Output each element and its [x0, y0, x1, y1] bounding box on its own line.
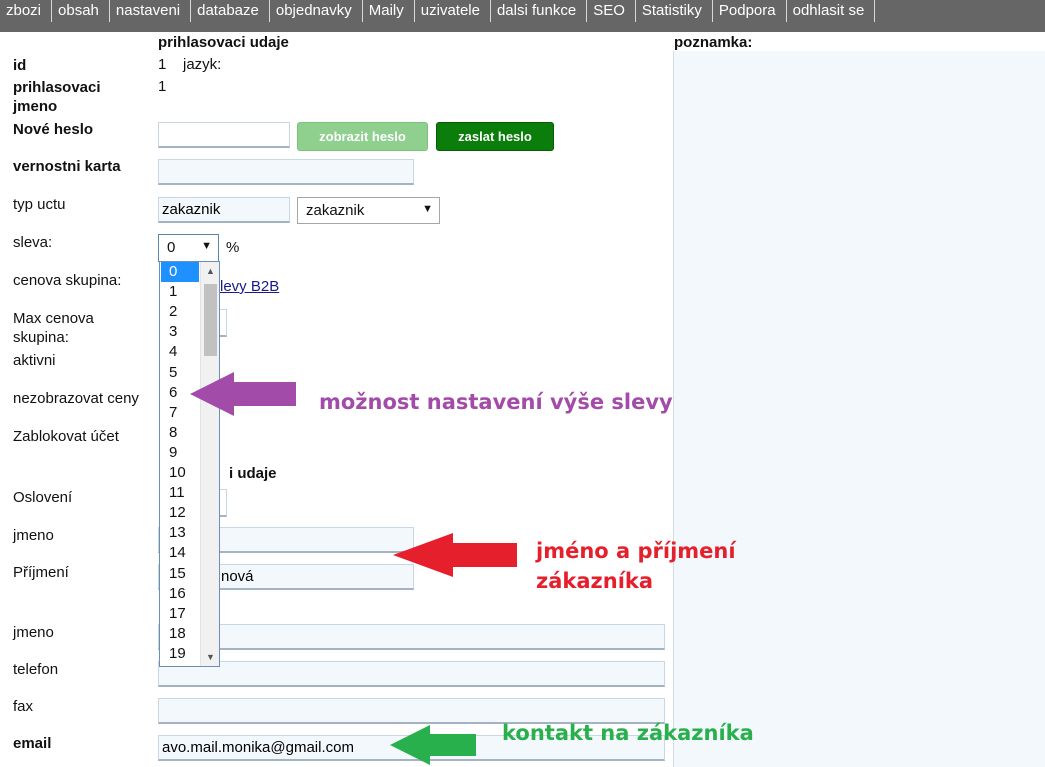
surname-label: Příjmení: [13, 564, 69, 581]
nav-item-databaze[interactable]: databaze: [191, 0, 270, 22]
percent-sign: %: [226, 239, 240, 256]
account-type-select-value: zakaznik: [306, 202, 365, 219]
dropdown-option[interactable]: 3: [161, 322, 199, 342]
scroll-up-icon[interactable]: ▲: [201, 262, 219, 280]
nav-item-statistiky[interactable]: Statistiky: [636, 0, 713, 22]
nav-item-maily[interactable]: Maily: [363, 0, 415, 22]
nav-item-seo[interactable]: SEO: [587, 0, 636, 22]
phone-input[interactable]: [158, 661, 665, 687]
dropdown-option[interactable]: 12: [161, 503, 199, 523]
contact-name-input[interactable]: [158, 624, 665, 650]
nav-item-objednavky[interactable]: objednavky: [270, 0, 363, 22]
new-password-input[interactable]: [158, 122, 290, 148]
send-password-button[interactable]: zaslat heslo: [436, 122, 554, 151]
nav-item-obsah[interactable]: obsah: [52, 0, 110, 22]
price-group-label: cenova skupina:: [13, 272, 122, 289]
discount-dropdown-list[interactable]: ▲ ▼ 0 1 2 3 4 5 6 7 8 9 10 11 12 13 14 15 16 17 18 19: [159, 261, 220, 667]
show-password-button[interactable]: zobrazit heslo: [297, 122, 428, 151]
max-price-group-label-2: skupina:: [13, 329, 69, 346]
first-name-label: jmeno: [13, 527, 54, 544]
dropdown-option[interactable]: 15: [161, 564, 199, 584]
chevron-down-icon: ▼: [201, 240, 212, 252]
dropdown-option[interactable]: 0: [161, 262, 199, 282]
discount-annotation: možnost nastavení výše slevy: [319, 390, 673, 414]
dropdown-option[interactable]: 16: [161, 584, 199, 604]
salutation-label: Oslovení: [13, 489, 73, 506]
new-password-label: Nové heslo: [13, 121, 94, 138]
login-section-title: prihlasovaci udaje: [158, 34, 289, 51]
contact-section-title: i udaje: [229, 465, 277, 482]
dropdown-option[interactable]: 17: [161, 604, 199, 624]
block-account-label: Zablokovat účet: [13, 428, 119, 445]
chevron-down-icon: ▼: [422, 203, 433, 215]
discount-select-value: 0: [167, 239, 176, 256]
dropdown-option[interactable]: 4: [161, 342, 199, 362]
account-type-input[interactable]: zakaznik: [158, 197, 290, 223]
note-textarea[interactable]: [673, 51, 1045, 767]
contact-name-label: jmeno: [13, 624, 54, 641]
name-annotation-line-2: zákazníka: [536, 569, 654, 593]
dropdown-scrollbar[interactable]: ▲ ▼: [200, 262, 219, 666]
max-price-group-label-1: Max cenova: [13, 310, 94, 327]
nav-item-nastaveni[interactable]: nastaveni: [110, 0, 192, 22]
phone-label: telefon: [13, 661, 59, 678]
account-type-select[interactable]: zakaznik ▼: [297, 197, 440, 224]
email-label: email: [13, 735, 52, 752]
nav-item-podpora[interactable]: Podpora: [713, 0, 787, 22]
purple-arrow-icon: [190, 372, 296, 416]
note-title: poznamka:: [674, 34, 753, 51]
nav-item-odhlasit-se[interactable]: odhlasit se: [787, 0, 876, 22]
id-value: 1: [158, 56, 167, 73]
dropdown-option[interactable]: 19: [161, 644, 199, 664]
red-arrow-icon: [393, 533, 517, 577]
green-arrow-icon: [390, 725, 476, 765]
contact-annotation: kontakt na zákazníka: [502, 721, 754, 745]
hide-prices-label: nezobrazovat ceny: [13, 390, 139, 407]
dropdown-option[interactable]: 9: [161, 443, 199, 463]
nav-item-zbozi[interactable]: zbozi: [0, 0, 53, 22]
login-name-value: 1: [158, 78, 167, 95]
name-annotation-line-1: jméno a příjmení: [536, 539, 736, 563]
account-type-label: typ uctu: [13, 196, 66, 213]
id-label: id: [13, 57, 27, 74]
dropdown-option[interactable]: 14: [161, 543, 199, 563]
dropdown-option[interactable]: 8: [161, 423, 199, 443]
nav-item-dalsi-funkce[interactable]: dalsi funkce: [491, 0, 588, 22]
discount-select[interactable]: 0 ▼: [158, 234, 219, 262]
top-nav: zbozi obsah nastaveni databaze objednavky Mai…: [0, 0, 1045, 32]
login-name-label-1: prihlasovaci: [13, 79, 101, 96]
dropdown-option[interactable]: 1: [161, 282, 199, 302]
price-group-link[interactable]: levy B2B: [220, 278, 279, 295]
nav-item-uzivatele[interactable]: uzivatele: [415, 0, 491, 22]
language-label: jazyk:: [183, 56, 222, 73]
discount-label: sleva:: [13, 234, 53, 251]
active-label: aktivni: [13, 352, 56, 369]
dropdown-option[interactable]: 11: [161, 483, 199, 503]
scrollbar-thumb[interactable]: [204, 284, 217, 356]
scroll-down-icon[interactable]: ▼: [201, 648, 219, 666]
dropdown-option[interactable]: 2: [161, 302, 199, 322]
dropdown-option[interactable]: 10: [161, 463, 199, 483]
fax-label: fax: [13, 698, 34, 715]
loyalty-card-input[interactable]: [158, 159, 414, 185]
dropdown-option[interactable]: 13: [161, 523, 199, 543]
login-name-label-2: jmeno: [13, 98, 58, 115]
dropdown-option[interactable]: 18: [161, 624, 199, 644]
loyalty-card-label: vernostni karta: [13, 158, 121, 175]
